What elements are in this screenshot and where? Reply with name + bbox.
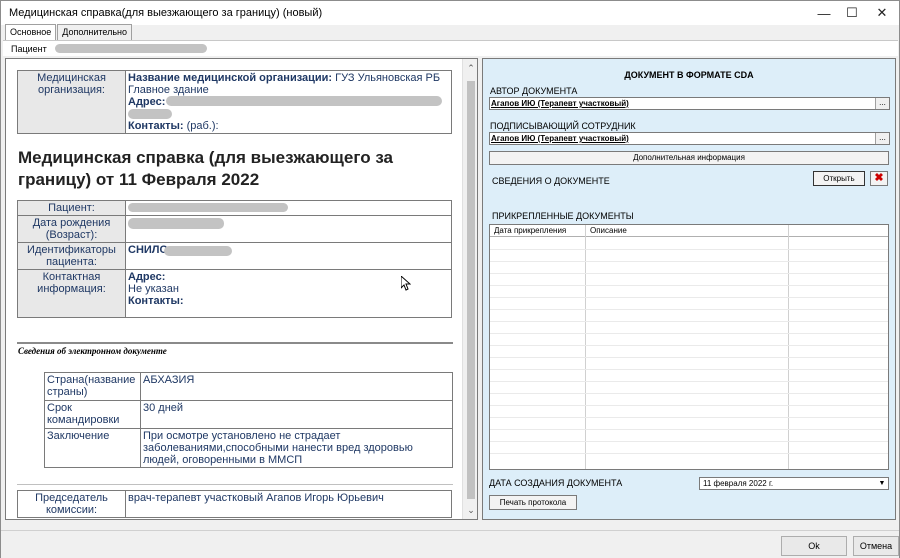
- cda-title: ДОКУМЕНТ В ФОРМАТЕ CDA: [624, 70, 754, 80]
- document-heading: Медицинская справка (для выезжающего за …: [18, 148, 394, 189]
- footer-bar: Ok Отмена: [1, 530, 899, 558]
- tab-additional[interactable]: Дополнительно: [57, 24, 133, 40]
- print-protocol-button[interactable]: Печать протокола: [489, 495, 577, 510]
- maximize-button[interactable]: ☐: [835, 1, 869, 25]
- more-info-button[interactable]: Дополнительная информация: [489, 151, 889, 165]
- grid-row-line: [490, 297, 888, 298]
- detail-value: АБХАЗИЯ: [140, 372, 453, 401]
- patient-label: Пациент: [11, 44, 47, 54]
- attached-documents-grid[interactable]: Дата прикрепления Описание: [489, 224, 889, 470]
- redacted-patient-name: [55, 44, 207, 53]
- title-bar: Медицинская справка(для выезжающего за г…: [1, 1, 899, 25]
- mouse-cursor-icon: [401, 276, 411, 291]
- created-date-label: ДАТА СОЗДАНИЯ ДОКУМЕНТА: [489, 478, 623, 488]
- author-browse-button[interactable]: ...: [875, 98, 889, 109]
- detail-label: Срок командировки: [44, 400, 141, 429]
- patient-row-value: [125, 200, 452, 216]
- grid-row-line: [490, 393, 888, 394]
- preview-scrollbar[interactable]: ⌃ ⌄: [462, 59, 477, 519]
- org-address-label: Адрес:: [128, 96, 166, 108]
- org-name-label: Название медицинской организации:: [128, 72, 333, 84]
- redacted-address: [166, 96, 442, 106]
- created-date-value: 11 февраля 2022 г.: [703, 479, 774, 488]
- detail-label: Страна(название страны): [44, 372, 141, 401]
- chairman-table: Председатель комиссии: врач-терапевт уча…: [17, 490, 452, 518]
- patient-table: Пациент: Дата рождения (Возраст): Иденти…: [17, 200, 452, 318]
- signer-value: Агапов ИЮ (Терапевт участковый): [491, 134, 629, 143]
- section-title: Сведения об электронном документе: [18, 346, 167, 356]
- grid-row-line: [490, 309, 888, 310]
- grid-row-line: [490, 369, 888, 370]
- grid-header-description[interactable]: Описание: [590, 226, 627, 235]
- contact-contacts-label: Контакты:: [128, 295, 184, 307]
- identifiers-row-label: Идентификаторы пациента:: [17, 242, 126, 270]
- grid-row-line: [490, 429, 888, 430]
- birthdate-row-label: Дата рождения (Возраст):: [17, 215, 126, 243]
- detail-label: Заключение: [44, 428, 141, 468]
- signer-label: ПОДПИСЫВАЮЩИЙ СОТРУДНИК: [490, 121, 636, 131]
- ok-button[interactable]: Ok: [781, 536, 847, 556]
- chairman-label: Председатель комиссии:: [17, 490, 126, 518]
- scrollbar-thumb[interactable]: [467, 81, 475, 499]
- signer-field[interactable]: Агапов ИЮ (Терапевт участковый) ...: [489, 132, 890, 145]
- org-name-value: ГУЗ Ульяновская РБ: [335, 72, 441, 84]
- chairman-separator: [17, 484, 453, 485]
- org-contacts-value: (раб.):: [186, 120, 219, 132]
- grid-row-line: [490, 273, 888, 274]
- detail-value: 30 дней: [140, 400, 453, 429]
- patient-row-label: Пациент:: [17, 200, 126, 216]
- scroll-down-icon[interactable]: ⌄: [466, 505, 476, 515]
- cda-panel: ДОКУМЕНТ В ФОРМАТЕ CDA АВТОР ДОКУМЕНТА А…: [482, 58, 896, 520]
- open-button[interactable]: Открыть: [813, 171, 865, 186]
- identifiers-row-value: СНИЛС: [125, 242, 452, 270]
- tab-main[interactable]: Основное: [5, 24, 57, 41]
- grid-header: Дата прикрепления Описание: [490, 225, 888, 237]
- grid-row-line: [490, 249, 888, 250]
- org-contacts-label: Контакты:: [128, 120, 184, 132]
- grid-row-line: [490, 453, 888, 454]
- redacted-snils: [164, 246, 232, 256]
- redacted-birthdate: [128, 218, 224, 229]
- created-date-picker[interactable]: 11 февраля 2022 г. ▼: [699, 477, 889, 490]
- snils-label: СНИЛС: [128, 244, 168, 256]
- dialog-window: Медицинская справка(для выезжающего за г…: [0, 0, 900, 558]
- redacted-address-2: [128, 109, 172, 119]
- tab-strip: Основное Дополнительно: [5, 24, 133, 41]
- author-label: АВТОР ДОКУМЕНТА: [490, 86, 578, 96]
- scroll-up-icon[interactable]: ⌃: [466, 63, 476, 73]
- grid-row-line: [490, 405, 888, 406]
- grid-row-line: [490, 381, 888, 382]
- grid-row-line: [490, 441, 888, 442]
- grid-row-line: [490, 285, 888, 286]
- signer-browse-button[interactable]: ...: [875, 133, 889, 144]
- contact-row-label: Контактная информация:: [17, 269, 126, 318]
- chairman-value: врач-терапевт участковый Агапов Игорь Юр…: [125, 490, 452, 518]
- close-button[interactable]: ✕: [865, 1, 899, 25]
- author-field[interactable]: Агапов ИЮ (Терапевт участковый) ...: [489, 97, 890, 110]
- section-separator: [17, 342, 453, 344]
- birthdate-row-value: [125, 215, 452, 243]
- grid-header-date[interactable]: Дата прикрепления: [494, 226, 566, 235]
- grid-row-line: [490, 345, 888, 346]
- details-table: Страна(название страны) АБХАЗИЯ Срок ком…: [44, 372, 453, 468]
- doc-info-label: СВЕДЕНИЯ О ДОКУМЕНТЕ: [492, 176, 610, 186]
- org-building: Главное здание: [128, 84, 209, 96]
- grid-row-line: [490, 261, 888, 262]
- delete-icon[interactable]: ✖: [870, 171, 888, 186]
- org-label: Медицинская организация:: [17, 70, 126, 134]
- window-title: Медицинская справка(для выезжающего за г…: [9, 7, 323, 19]
- grid-row-line: [490, 321, 888, 322]
- org-value: Название медицинской организации: ГУЗ Ул…: [125, 70, 452, 134]
- chevron-down-icon[interactable]: ▼: [876, 478, 888, 489]
- cancel-button[interactable]: Отмена: [853, 536, 899, 556]
- grid-row-line: [490, 333, 888, 334]
- detail-value: При осмотре установлено не страдает забо…: [140, 428, 453, 468]
- patient-bar: Пациент: [3, 40, 898, 56]
- author-value: Агапов ИЮ (Терапевт участковый): [491, 99, 629, 108]
- attached-label: ПРИКРЕПЛЕННЫЕ ДОКУМЕНТЫ: [492, 211, 634, 221]
- grid-row-line: [490, 357, 888, 358]
- redacted-patient: [128, 203, 288, 212]
- grid-row-line: [490, 417, 888, 418]
- organization-table: Медицинская организация: Название медици…: [17, 70, 452, 134]
